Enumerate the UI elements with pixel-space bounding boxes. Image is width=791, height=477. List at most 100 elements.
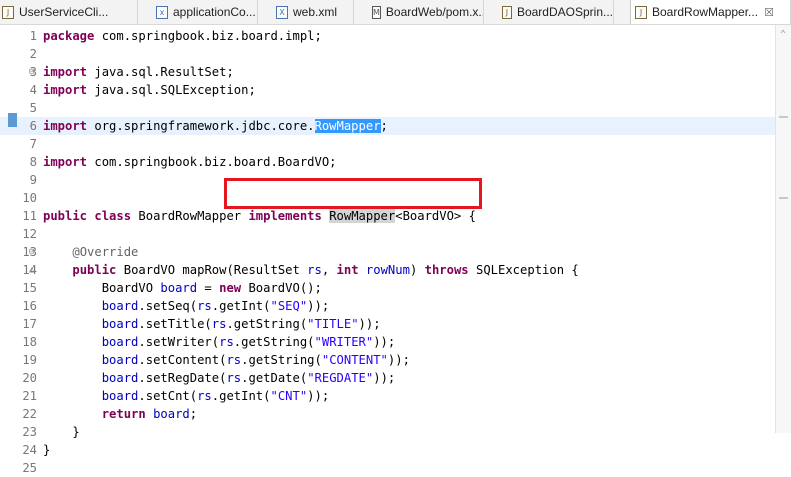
scroll-up-icon[interactable]: ⌃	[780, 29, 786, 40]
line-number: 16	[22, 299, 37, 313]
code-text: package com.springbook.biz.board.impl;	[43, 27, 322, 45]
code-token: BoardRowMapper	[131, 209, 242, 223]
line-number: 2	[29, 47, 37, 61]
code-line[interactable]: 1 package com.springbook.biz.board.impl;	[0, 27, 775, 45]
code-token: .setSeq(	[138, 299, 198, 313]
code-line[interactable]: 20 board.setRegDate(rs.getDate("REGDATE"…	[0, 369, 775, 387]
code-line[interactable]: 21 board.setCnt(rs.getInt("CNT"));	[0, 387, 775, 405]
spring-xml-file-icon: x	[156, 5, 168, 19]
overview-mark[interactable]	[779, 197, 788, 199]
code-line[interactable]: 22 return board;	[0, 405, 775, 423]
code-token: rs	[197, 389, 212, 403]
code-token: java.sql.SQLException;	[87, 83, 256, 97]
line-number: 19	[22, 353, 37, 367]
code-token: import	[43, 155, 88, 169]
occurrence-marker	[8, 113, 17, 127]
code-token: RowMapper	[329, 209, 396, 223]
code-line[interactable]: 18 board.setWriter(rs.getString("WRITER"…	[0, 333, 775, 351]
code-text: board.setWriter(rs.getString("WRITER"));	[43, 333, 396, 351]
line-number: 5	[29, 101, 37, 115]
code-line[interactable]: 19 board.setContent(rs.getString("CONTEN…	[0, 351, 775, 369]
code-token: "WRITER"	[314, 335, 374, 349]
code-token: .getString(	[233, 335, 315, 349]
code-line[interactable]: 3 ⊟ import java.sql.ResultSet;	[0, 63, 775, 81]
code-line[interactable]: 2	[0, 45, 775, 63]
code-token: .getString(	[241, 353, 322, 367]
editor-tab-1[interactable]: J UserServiceCli...	[0, 0, 138, 24]
fold-toggle-icon[interactable]: ⊟	[29, 243, 34, 261]
code-line[interactable]: 4 import java.sql.SQLException;	[0, 81, 775, 99]
editor-tab-2[interactable]: x applicationCo...	[138, 0, 258, 24]
code-line[interactable]: 24}	[0, 441, 775, 459]
line-number: 18	[22, 335, 37, 349]
code-token: }	[43, 425, 80, 439]
code-line[interactable]: 17 board.setTitle(rs.getString("TITLE"))…	[0, 315, 775, 333]
tab-label: BoardRowMapper...	[652, 5, 759, 19]
code-token: ));	[307, 389, 330, 403]
close-tab-icon[interactable]: ☒	[764, 6, 774, 19]
code-line[interactable]: 16 board.setSeq(rs.getInt("SEQ"));	[0, 297, 775, 315]
line-number: 11	[22, 209, 37, 223]
code-token: import	[43, 119, 88, 133]
editor-tab-4[interactable]: M BoardWeb/pom.x...	[354, 0, 484, 24]
code-token: ;	[380, 119, 388, 133]
code-token: RowMapper	[314, 119, 381, 133]
fold-toggle-icon[interactable]: ⊟	[29, 63, 34, 81]
code-token: throws	[417, 263, 469, 277]
code-token: board	[101, 317, 139, 331]
code-token: "TITLE"	[307, 317, 359, 331]
code-token: rs	[211, 317, 227, 331]
overview-mark[interactable]	[779, 116, 788, 118]
line-number: 21	[22, 389, 37, 403]
code-token: class	[94, 209, 132, 223]
code-token: ,	[321, 263, 337, 277]
code-line[interactable]: 14 △ public BoardVO mapRow(ResultSet rs, …	[0, 261, 775, 279]
code-line[interactable]: 11 public class BoardRowMapper implements…	[0, 207, 775, 225]
code-token: .setRegDate(	[138, 371, 227, 385]
code-line[interactable]: 23 }	[0, 423, 775, 441]
code-line[interactable]: 13 ⊟ @Override	[0, 243, 775, 261]
code-token: ));	[307, 299, 330, 313]
line-number: 20	[22, 371, 37, 385]
code-line[interactable]: 6 import org.springframework.jdbc.core.Ro…	[0, 117, 775, 135]
editor-tab-5[interactable]: J BoardDAOSprin...	[484, 0, 614, 24]
code-token: rs	[197, 299, 212, 313]
code-text: board.setRegDate(rs.getDate("REGDATE"));	[43, 369, 396, 387]
tab-label: applicationCo...	[173, 5, 256, 19]
code-token: .setWriter(	[138, 335, 220, 349]
line-number: 9	[29, 173, 37, 187]
editor-tab-bar: J UserServiceCli... x applicationCo... Xweb.…	[0, 0, 791, 25]
line-number: 6	[29, 119, 37, 133]
code-token: .setTitle(	[138, 317, 212, 331]
code-line[interactable]: 8 import com.springbook.biz.board.BoardVO…	[0, 153, 775, 171]
code-text: public class BoardRowMapper implements R…	[43, 207, 476, 225]
code-token: BoardVO();	[241, 281, 322, 295]
code-line[interactable]: 5	[0, 99, 775, 117]
editor-tab-3[interactable]: Xweb.xml	[258, 0, 354, 24]
code-token: "CONTENT"	[321, 353, 388, 367]
code-text: import com.springbook.biz.board.BoardVO;	[43, 153, 337, 171]
override-marker-icon: △	[29, 265, 35, 275]
java-file-icon: J	[502, 5, 512, 19]
java-file-icon: J	[2, 5, 14, 19]
code-text: }	[43, 423, 80, 441]
code-token: new	[219, 281, 242, 295]
code-line[interactable]: 12	[0, 225, 775, 243]
code-line[interactable]: 25	[0, 459, 775, 477]
line-number: 10	[22, 191, 37, 205]
code-token: BoardVO	[43, 281, 161, 295]
vertical-scrollbar[interactable]: ⌃	[775, 25, 791, 433]
editor-tab-6[interactable]: J BoardRowMapper... ☒	[630, 0, 791, 24]
code-line[interactable]: 7	[0, 135, 775, 153]
code-text: return board;	[43, 405, 197, 423]
code-editor[interactable]: 1 package com.springbook.biz.board.impl; 2…	[0, 25, 775, 475]
code-line[interactable]: 15 BoardVO board = new BoardVO();	[0, 279, 775, 297]
